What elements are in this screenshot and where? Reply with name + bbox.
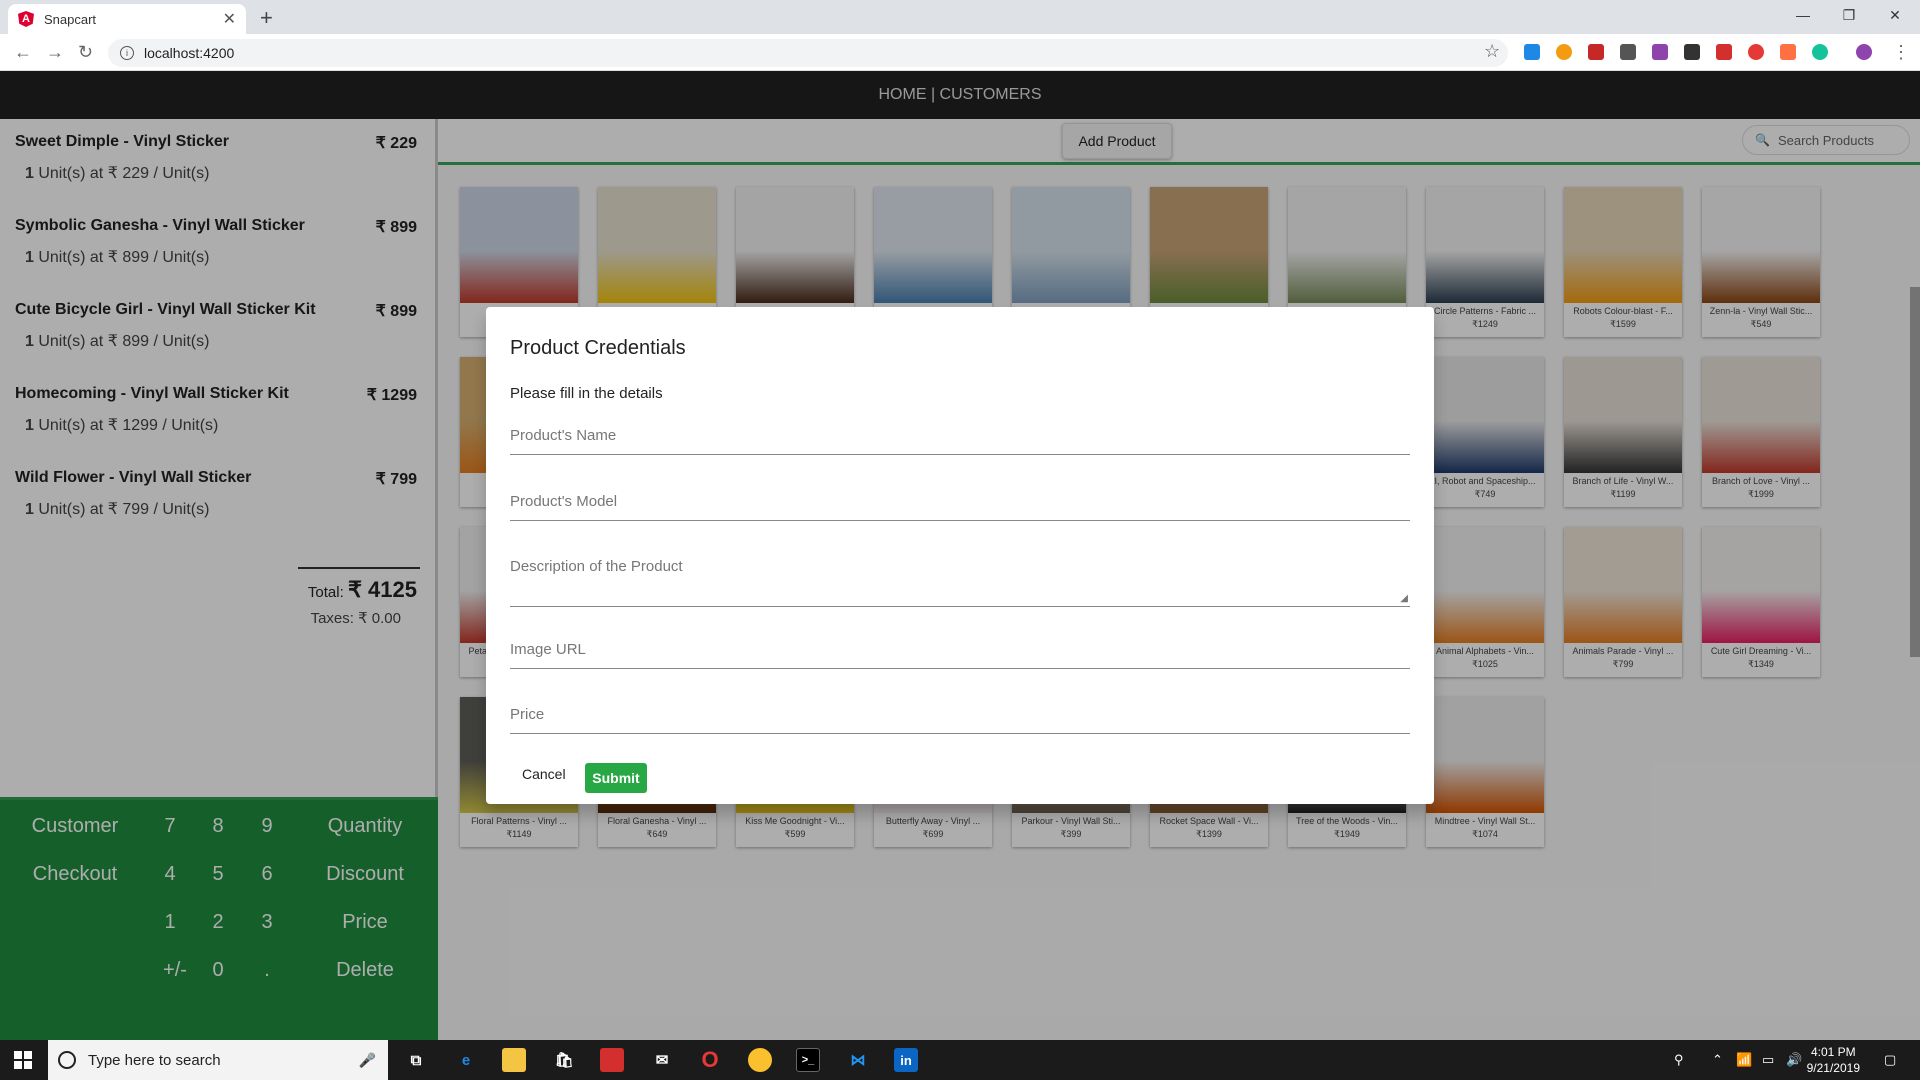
forward-icon[interactable]: → [46,42,64,63]
product-model-field[interactable]: Product's Model [510,493,1410,521]
taskbar-search-placeholder: Type here to search [88,1051,221,1069]
dialog-subtitle: Please fill in the details [510,385,663,402]
vscode-icon[interactable]: ⋈ [846,1048,870,1072]
grammarly-icon[interactable] [1812,44,1828,60]
bookmark-star-icon[interactable]: ☆ [1484,41,1500,62]
extension-icon[interactable] [1684,44,1700,60]
description-placeholder: Description of the Product [510,558,683,575]
close-window-icon[interactable]: ✕ [1872,0,1918,30]
people-icon[interactable]: ⚲ [1674,1052,1684,1068]
angular-icon: A [18,11,34,27]
taskbar: Type here to search 🎤 ⧉ e 🛍 ✉ O >_ ⋈ in … [0,1040,1920,1080]
cortana-icon [58,1051,76,1069]
extension-icon[interactable] [1748,44,1764,60]
terminal-icon[interactable]: >_ [796,1048,820,1072]
microphone-icon[interactable]: 🎤 [359,1052,376,1069]
chrome-icon[interactable] [748,1048,772,1072]
new-tab-icon[interactable]: + [260,5,273,31]
product-credentials-dialog: Product Credentials Please fill in the d… [486,307,1434,804]
volume-icon[interactable]: 🔊 [1786,1052,1802,1068]
dialog-title: Product Credentials [510,337,686,359]
close-tab-icon[interactable]: ✕ [223,9,236,29]
edge-icon[interactable]: e [454,1048,478,1072]
profile-avatar[interactable] [1856,44,1872,60]
taskbar-search[interactable]: Type here to search 🎤 [48,1040,388,1080]
file-explorer-icon[interactable] [502,1048,526,1072]
price-field[interactable]: Price [510,706,1410,734]
browser-tab-strip: A Snapcart ✕ + — ❐ ✕ [0,0,1920,34]
clock-date: 9/21/2019 [1806,1061,1860,1075]
store-icon[interactable]: 🛍 [552,1048,576,1072]
extension-icon[interactable] [1620,44,1636,60]
back-icon[interactable]: ← [14,42,32,63]
restore-icon[interactable]: ❐ [1826,0,1872,30]
resize-handle-icon[interactable]: ◢ [1400,593,1408,604]
url-field[interactable]: i localhost:4200 [108,39,1508,67]
browser-tab[interactable]: A Snapcart ✕ [8,4,246,34]
info-icon[interactable]: i [120,46,134,60]
clock-time: 4:01 PM [1810,1045,1856,1059]
gift-app-icon[interactable] [600,1048,624,1072]
image-url-field[interactable]: Image URL [510,641,1410,669]
extension-icon[interactable] [1780,44,1796,60]
wifi-icon[interactable]: 📶 [1736,1052,1752,1068]
submit-button[interactable]: Submit [585,763,647,793]
extension-icon[interactable] [1652,44,1668,60]
extension-icon[interactable] [1588,44,1604,60]
notifications-icon[interactable]: ▢ [1884,1052,1896,1068]
extension-icon[interactable] [1524,44,1540,60]
minimize-icon[interactable]: — [1780,0,1826,30]
cancel-button[interactable]: Cancel [514,760,574,788]
opera-icon[interactable]: O [698,1047,722,1072]
task-view-icon[interactable]: ⧉ [404,1048,428,1072]
url-text: localhost:4200 [144,45,235,61]
product-name-field[interactable]: Product's Name [510,427,1410,455]
clock[interactable]: 4:01 PM 9/21/2019 [1807,1044,1860,1076]
linkedin-icon[interactable]: in [894,1048,918,1072]
battery-icon[interactable]: ▭ [1762,1052,1774,1068]
mail-icon[interactable]: ✉ [650,1048,674,1072]
tray-chevron-icon[interactable]: ⌃ [1712,1052,1723,1068]
menu-kebab-icon[interactable]: ⋮ [1892,42,1910,63]
description-textarea[interactable]: Description of the Product ◢ [510,558,1410,607]
reload-icon[interactable]: ↻ [78,42,93,63]
extension-icon[interactable] [1556,44,1572,60]
extension-icon[interactable] [1716,44,1732,60]
windows-start-icon[interactable] [14,1051,32,1069]
tab-title: Snapcart [44,11,97,27]
